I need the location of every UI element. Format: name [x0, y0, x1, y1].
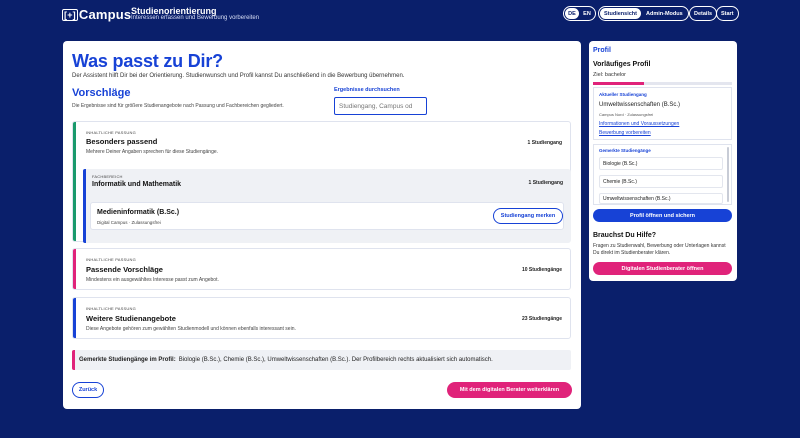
current-course-box: Aktueller Studiengang Umweltwissenschaft… — [593, 87, 732, 140]
top-bar: [+] Campus Studienorientierung Interessen… — [0, 0, 800, 30]
back-button[interactable]: Zurück — [72, 382, 104, 398]
saved-course-item[interactable]: Chemie (B.Sc.) — [599, 175, 723, 188]
group-desc: Mehrere Deiner Angaben sprechen für dies… — [86, 149, 219, 155]
saved-note-text: Biologie (B.Sc.), Chemie (B.Sc.), Umwelt… — [178, 357, 493, 363]
profile-goal: Ziel: bachelor — [593, 72, 627, 78]
group-accent-bar — [73, 249, 76, 289]
current-course-label: Aktueller Studiengang — [599, 92, 647, 97]
help-text: Fragen zu Studienwahl, Bewerbung oder Un… — [593, 243, 726, 256]
start-button[interactable]: Start — [716, 6, 739, 21]
saved-list-scrollbar[interactable] — [727, 147, 729, 202]
faculty-count: 1 Studiengang — [528, 180, 563, 186]
group-title[interactable]: Weitere Studienangebote — [86, 314, 176, 323]
faculty-tag: FACHBEREICH — [92, 174, 123, 179]
group-accent-bar — [73, 122, 76, 241]
saved-course-item[interactable]: Biologie (B.Sc.) — [599, 157, 723, 170]
saved-courses-box: Gemerkte Studiengänge Biologie (B.Sc.) C… — [593, 144, 732, 205]
section-title: Vorschläge — [72, 87, 131, 99]
saved-courses-note: Gemerkte Studiengänge im Profil: Biologi… — [72, 350, 571, 370]
profile-progress-bar — [593, 82, 732, 85]
open-advisor-button[interactable]: Digitalen Studienberater öffnen — [593, 262, 732, 275]
save-course-button[interactable]: Studiengang merken — [493, 208, 563, 224]
result-group-best: INHALTLICHE PASSUNG Besonders passend Me… — [72, 121, 571, 243]
group-count: 1 Studiengang — [527, 140, 562, 146]
profile-title: Vorläufiges Profil — [593, 61, 651, 68]
logo[interactable]: [+] Campus — [62, 7, 131, 22]
group-desc: Diese Angebote gehören zum gewählten Stu… — [86, 326, 296, 332]
info-requirements-link[interactable]: Informationen und Voraussetzungen — [599, 121, 679, 127]
result-group-more[interactable]: INHALTLICHE PASSUNG Weitere Studienangeb… — [72, 297, 571, 339]
prepare-application-link[interactable]: Bewerbung vorbereiten — [599, 130, 651, 136]
course-card: Medieninformatik (B.Sc.) Digital Campus … — [90, 202, 564, 230]
lang-en-button[interactable]: EN — [580, 8, 594, 19]
saved-course-item[interactable]: Umweltwissenschaften (B.Sc.) — [599, 193, 723, 204]
progress-fill — [593, 82, 645, 85]
language-switch: DE EN — [563, 6, 596, 21]
search-input[interactable] — [334, 97, 427, 115]
current-course-name: Umweltwissenschaften (B.Sc.) — [599, 102, 681, 108]
logo-plus-icon: [+] — [62, 9, 78, 21]
open-profile-button[interactable]: Profil öffnen und sichern — [593, 209, 732, 222]
student-view-button[interactable]: Studiensicht — [600, 8, 642, 19]
group-count: 23 Studiengänge — [521, 316, 562, 322]
page-title: Was passt zu Dir? — [72, 51, 223, 71]
group-tag: INHALTLICHE PASSUNG — [86, 130, 136, 135]
continue-advisor-button[interactable]: Mit dem digitalen Berater weiterklären — [447, 382, 572, 398]
admin-mode-button[interactable]: Admin-Modus — [642, 8, 687, 19]
result-group-matching[interactable]: INHALTLICHE PASSUNG Passende Vorschläge … — [72, 248, 571, 290]
saved-note-label: Gemerkte Studiengänge im Profil: — [79, 357, 176, 363]
saved-courses-label: Gemerkte Studiengänge — [599, 148, 651, 153]
group-tag: INHALTLICHE PASSUNG — [86, 306, 136, 311]
group-tag: INHALTLICHE PASSUNG — [86, 257, 136, 262]
group-title[interactable]: Passende Vorschläge — [86, 265, 163, 274]
group-desc: Mindestens ein ausgewähltes Interesse pa… — [86, 277, 219, 283]
profile-panel: Profil Vorläufiges Profil Ziel: bachelor… — [589, 41, 737, 281]
faculty-title[interactable]: Informatik und Mathematik — [92, 181, 181, 188]
intro-text: Der Assistent hilft Dir bei der Orientie… — [72, 73, 405, 79]
faculty-accent-bar — [83, 169, 86, 243]
details-button[interactable]: Details — [689, 6, 718, 21]
course-meta: Digital Campus · Zulassungsfrei — [97, 220, 161, 225]
course-title[interactable]: Medieninformatik (B.Sc.) — [97, 209, 179, 216]
group-title[interactable]: Besonders passend — [86, 137, 157, 146]
group-count: 10 Studiengänge — [521, 267, 562, 273]
app-subtitle: Interessen erfassen und Bewerbung vorber… — [131, 15, 260, 21]
search-label: Ergebnisse durchsuchen — [334, 87, 400, 93]
note-accent-bar — [72, 350, 75, 370]
section-note: Die Ergebnisse sind für größere Studiena… — [72, 103, 284, 109]
help-title: Brauchst Du Hilfe? — [593, 232, 657, 239]
lang-de-button[interactable]: DE — [565, 8, 579, 19]
main-card: Was passt zu Dir? Der Assistent hilft Di… — [63, 41, 581, 409]
panel-heading: Profil — [593, 47, 611, 54]
group-accent-bar — [73, 298, 76, 338]
faculty-group: FACHBEREICH Informatik und Mathematik 1 … — [83, 169, 571, 243]
view-mode-switch: Studiensicht Admin-Modus — [598, 6, 689, 21]
current-course-meta: Campus Nord · Zulassungsfrei — [599, 112, 654, 117]
